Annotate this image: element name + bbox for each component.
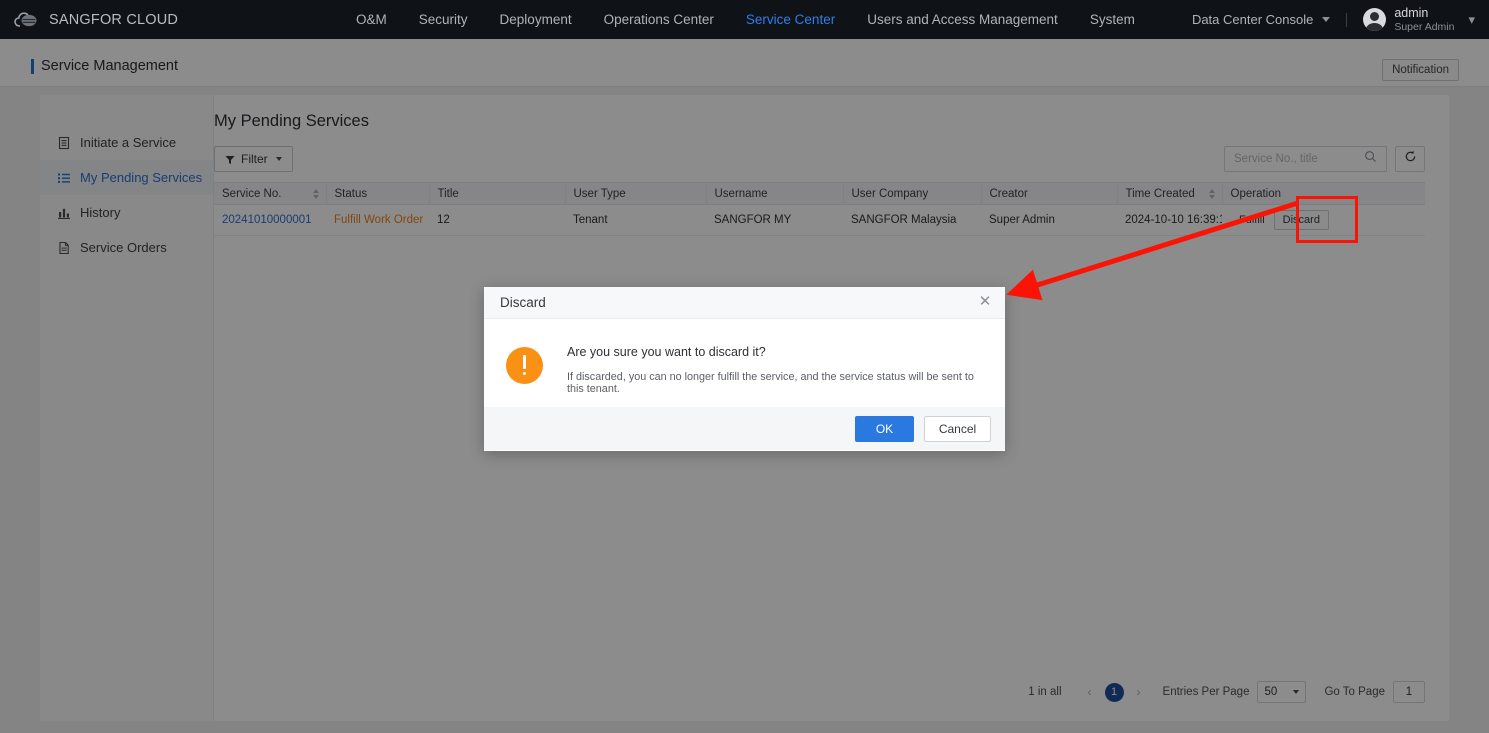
dialog-description: If discarded, you can no longer fulfill …	[567, 371, 974, 395]
user-role: Super Admin	[1394, 20, 1455, 33]
nav-item-deployment[interactable]: Deployment	[484, 0, 588, 39]
nav-item-operations-center[interactable]: Operations Center	[588, 0, 730, 39]
chevron-down-icon: ▾	[1468, 12, 1475, 27]
dialog-body: Are you sure you want to discard it? If …	[484, 319, 1005, 407]
console-selector[interactable]: Data Center Console	[1191, 12, 1331, 27]
user-texts: admin Super Admin	[1394, 6, 1454, 32]
dialog-texts: Are you sure you want to discard it? If …	[567, 343, 987, 395]
dialog-question: Are you sure you want to discard it?	[567, 345, 766, 359]
close-icon[interactable]: ✕	[977, 294, 993, 310]
nav-items: O&M Security Deployment Operations Cente…	[340, 0, 1151, 39]
top-navigation-bar: SANGFOR CLOUD O&M Security Deployment Op…	[0, 0, 1489, 39]
brand[interactable]: SANGFOR CLOUD	[14, 10, 314, 30]
warning-icon	[506, 347, 543, 384]
brand-name: SANGFOR CLOUD	[49, 11, 179, 28]
nav-item-users-and-access-management[interactable]: Users and Access Management	[851, 0, 1074, 39]
nav-item-system[interactable]: System	[1074, 0, 1151, 39]
cancel-button[interactable]: Cancel	[924, 415, 991, 442]
chevron-down-icon	[1322, 17, 1331, 22]
dialog-footer: OK Cancel	[484, 407, 1005, 450]
ok-button[interactable]: OK	[855, 415, 914, 442]
nav-right: Data Center Console admin Super Admin ▾	[1192, 0, 1475, 39]
nav-item-security[interactable]: Security	[403, 0, 484, 39]
dialog-title: Discard	[500, 295, 546, 310]
avatar	[1363, 8, 1387, 31]
console-selector-label: Data Center Console	[1191, 12, 1314, 27]
discard-confirm-dialog: Discard ✕ Are you sure you want to disca…	[484, 287, 1005, 451]
nav-item-service-center[interactable]: Service Center	[730, 0, 851, 39]
user-name: admin	[1394, 6, 1429, 21]
user-menu[interactable]: admin Super Admin ▾	[1363, 6, 1475, 33]
nav-item-om[interactable]: O&M	[340, 0, 403, 39]
divider	[1346, 12, 1348, 27]
dialog-header: Discard ✕	[484, 287, 1005, 319]
cloud-logo-icon	[14, 10, 40, 30]
